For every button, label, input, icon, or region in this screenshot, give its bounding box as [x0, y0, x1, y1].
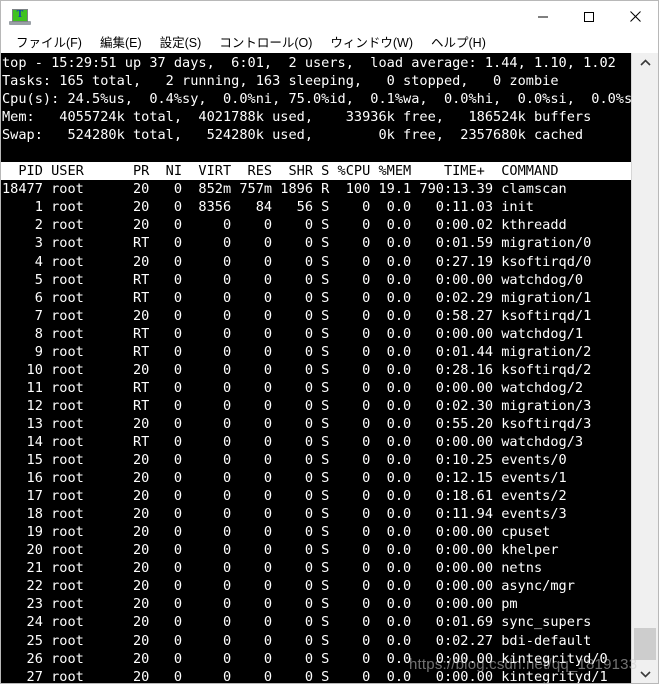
- close-icon: [629, 11, 641, 22]
- chevron-up-icon: [639, 59, 651, 66]
- process-row: 18 root 20 0 0 0 0 S 0 0.0 0:11.94 event…: [2, 506, 567, 523]
- scrollbar-thumb[interactable]: [634, 628, 656, 660]
- process-row: 3 root RT 0 0 0 0 S 0 0.0 0:01.59 migrat…: [2, 235, 592, 252]
- maximize-icon: [584, 11, 594, 22]
- blank-separator-line: [1, 144, 631, 162]
- process-row: 18477 root 20 0 852m 757m 1896 R 100 19.…: [2, 181, 567, 198]
- process-row: 10 root 20 0 0 0 0 S 0 0.0 0:28.16 ksoft…: [2, 361, 592, 378]
- process-table-body: 18477 root 20 0 852m 757m 1896 R 100 19.…: [1, 180, 631, 684]
- menu-bar: ファイル(F) 編集(E) 設定(S) コントロール(O) ウィンドウ(W) ヘ…: [1, 32, 658, 53]
- teraterm-icon: T: [9, 7, 31, 27]
- terminal-screen[interactable]: top - 15:29:51 up 37 days, 6:01, 2 users…: [1, 53, 631, 684]
- menu-control[interactable]: コントロール(O): [210, 33, 321, 53]
- top-summary-line-swap: Swap: 524280k total, 524280k used, 0k fr…: [2, 127, 584, 144]
- process-row: 6 root RT 0 0 0 0 S 0 0.0 0:02.29 migrat…: [2, 289, 592, 306]
- teraterm-window: T ファイル(F) 編集(E) 設定(S) コントロール(O) ウィンドウ(W)…: [0, 0, 659, 684]
- chevron-down-icon: [639, 671, 651, 678]
- scroll-up-button[interactable]: [632, 53, 658, 73]
- process-row: 26 root 20 0 0 0 0 S 0 0.0 0:00.00 kinte…: [2, 650, 608, 667]
- process-row: 2 root 20 0 0 0 0 S 0 0.0 0:00.02 kthrea…: [2, 217, 567, 234]
- laptop-letter-t: T: [16, 8, 24, 20]
- scroll-down-button[interactable]: [632, 664, 658, 683]
- process-row: 4 root 20 0 0 0 0 S 0 0.0 0:27.19 ksofti…: [2, 253, 592, 270]
- close-button[interactable]: [612, 1, 658, 32]
- process-row: 21 root 20 0 0 0 0 S 0 0.0 0:00.00 netns: [2, 560, 543, 577]
- process-row: 19 root 20 0 0 0 0 S 0 0.0 0:00.00 cpuse…: [2, 524, 551, 541]
- scrollbar-track[interactable]: [632, 73, 658, 664]
- process-row: 14 root RT 0 0 0 0 S 0 0.0 0:00.00 watch…: [2, 433, 584, 450]
- process-table-header: PID USER PR NI VIRT RES SHR S %CPU %MEM …: [1, 162, 631, 181]
- process-row: 9 root RT 0 0 0 0 S 0 0.0 0:01.44 migrat…: [2, 343, 592, 360]
- process-row: 27 root 20 0 0 0 0 S 0 0.0 0:00.00 kinte…: [2, 668, 608, 684]
- process-row: 11 root RT 0 0 0 0 S 0 0.0 0:00.00 watch…: [2, 379, 584, 396]
- process-row: 13 root 20 0 0 0 0 S 0 0.0 0:55.20 ksoft…: [2, 415, 592, 432]
- menu-window[interactable]: ウィンドウ(W): [321, 33, 422, 53]
- top-summary-line-mem: Mem: 4055724k total, 4021788k used, 3393…: [2, 109, 592, 126]
- terminal-area: top - 15:29:51 up 37 days, 6:01, 2 users…: [1, 53, 658, 684]
- menu-file[interactable]: ファイル(F): [7, 33, 91, 53]
- process-row: 24 root 20 0 0 0 0 S 0 0.0 0:01.69 sync_…: [2, 614, 592, 631]
- top-summary-line-tasks: Tasks: 165 total, 2 running, 163 sleepin…: [2, 73, 559, 90]
- process-row: 17 root 20 0 0 0 0 S 0 0.0 0:18.61 event…: [2, 488, 567, 505]
- menu-setup[interactable]: 設定(S): [151, 33, 211, 53]
- process-row: 22 root 20 0 0 0 0 S 0 0.0 0:00.00 async…: [2, 578, 575, 595]
- process-row: 23 root 20 0 0 0 0 S 0 0.0 0:00.00 pm: [2, 596, 518, 613]
- window-controls: [520, 1, 658, 32]
- process-row: 5 root RT 0 0 0 0 S 0 0.0 0:00.00 watchd…: [2, 271, 584, 288]
- menu-edit[interactable]: 編集(E): [91, 33, 151, 53]
- process-row: 8 root RT 0 0 0 0 S 0 0.0 0:00.00 watchd…: [2, 325, 584, 342]
- process-row: 7 root 20 0 0 0 0 S 0 0.0 0:58.27 ksofti…: [2, 307, 592, 324]
- maximize-button[interactable]: [566, 1, 612, 32]
- process-row: 20 root 20 0 0 0 0 S 0 0.0 0:00.00 khelp…: [2, 542, 559, 559]
- title-bar: T: [1, 1, 658, 32]
- process-row: 16 root 20 0 0 0 0 S 0 0.0 0:12.15 event…: [2, 470, 567, 487]
- minimize-icon: [538, 16, 548, 17]
- process-row: 1 root 20 0 8356 84 56 S 0 0.0 0:11.03 i…: [2, 199, 534, 216]
- process-row: 25 root 20 0 0 0 0 S 0 0.0 0:02.27 bdi-d…: [2, 632, 592, 649]
- process-row: 15 root 20 0 0 0 0 S 0 0.0 0:10.25 event…: [2, 452, 567, 469]
- top-summary-line-uptime: top - 15:29:51 up 37 days, 6:01, 2 users…: [2, 55, 616, 71]
- process-row: 12 root RT 0 0 0 0 S 0 0.0 0:02.30 migra…: [2, 397, 592, 414]
- minimize-button[interactable]: [520, 1, 566, 32]
- menu-help[interactable]: ヘルプ(H): [422, 33, 495, 53]
- top-summary-line-cpu: Cpu(s): 24.5%us, 0.4%sy, 0.0%ni, 75.0%id…: [2, 91, 631, 108]
- vertical-scrollbar[interactable]: [631, 53, 658, 683]
